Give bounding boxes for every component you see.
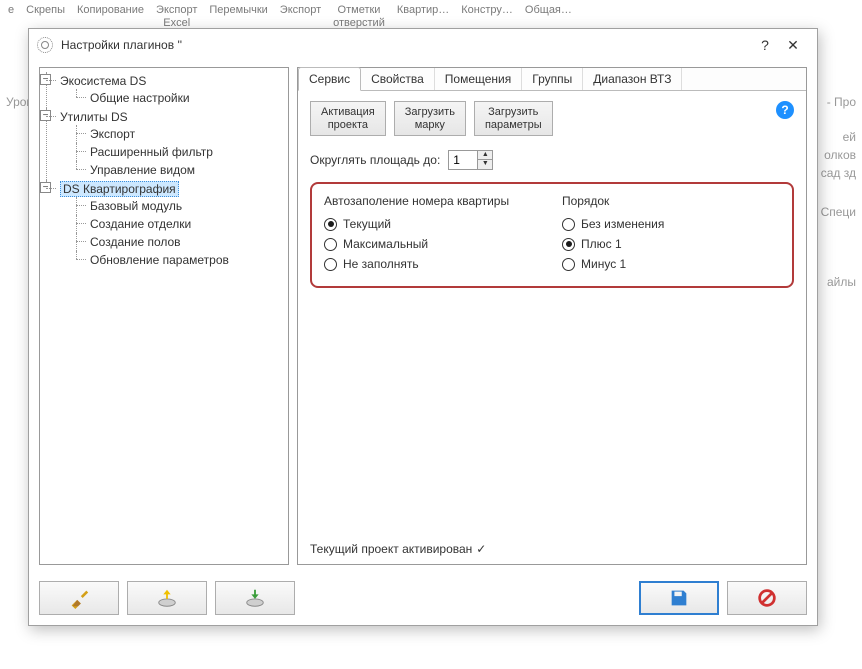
close-button[interactable]: ✕: [779, 35, 807, 55]
tabs: Сервис Свойства Помещения Группы Диапазо…: [298, 68, 806, 91]
titlebar: Настройки плагинов '' ? ✕: [29, 29, 817, 61]
drive-down-icon: [156, 587, 178, 609]
round-area-spinner[interactable]: ▲ ▼: [448, 150, 493, 170]
tree-node-utilities[interactable]: Утилиты DS: [60, 110, 128, 124]
broom-icon: [68, 587, 90, 609]
radio-order-minus1[interactable]: Минус 1: [562, 254, 780, 274]
tree-node-view-mgmt[interactable]: Управление видом: [90, 163, 195, 177]
ribbon-item[interactable]: Экспорт: [276, 2, 325, 19]
ribbon-item[interactable]: Перемычки: [205, 2, 271, 19]
tree-node-adv-filter[interactable]: Расширенный фильтр: [90, 145, 213, 159]
ribbon-item[interactable]: е: [4, 2, 18, 19]
radio-label: Текущий: [343, 217, 391, 231]
ribbon-item[interactable]: Квартир…: [393, 2, 453, 19]
radio-label: Минус 1: [581, 257, 626, 271]
tab-rooms[interactable]: Помещения: [435, 68, 522, 90]
gear-icon: [37, 37, 53, 53]
save-icon: [668, 587, 690, 609]
load-params-button[interactable]: Загрузить параметры: [474, 101, 553, 136]
tree-node-general-settings[interactable]: Общие настройки: [90, 91, 190, 105]
bg-text: олков: [824, 148, 856, 162]
radio-icon: [562, 258, 575, 271]
content-panel: Сервис Свойства Помещения Группы Диапазо…: [297, 67, 807, 565]
tree-node-base-module[interactable]: Базовый модуль: [90, 199, 182, 213]
check-icon: ✓: [476, 542, 486, 556]
tree-node-finish[interactable]: Создание отделки: [90, 217, 191, 231]
radio-label: Без изменения: [581, 217, 664, 231]
order-title: Порядок: [562, 194, 780, 208]
tree-node-floors[interactable]: Создание полов: [90, 235, 181, 249]
expander-icon[interactable]: −: [40, 110, 51, 121]
tab-content-service: Активация проекта Загрузить марку Загруз…: [298, 91, 806, 564]
tab-service[interactable]: Сервис: [298, 67, 361, 91]
settings-dialog: Настройки плагинов '' ? ✕ − Экосистема D…: [28, 28, 818, 626]
radio-order-plus1[interactable]: Плюс 1: [562, 234, 780, 254]
spinner-up-icon[interactable]: ▲: [478, 151, 492, 160]
dialog-button-bar: [29, 575, 817, 625]
radio-icon: [562, 218, 575, 231]
radio-icon: [324, 238, 337, 251]
radio-auto-none[interactable]: Не заполнять: [324, 254, 542, 274]
tree-node-export[interactable]: Экспорт: [90, 127, 135, 141]
import-button[interactable]: [215, 581, 295, 615]
activate-project-button[interactable]: Активация проекта: [310, 101, 386, 136]
cancel-button[interactable]: [727, 581, 807, 615]
bg-text: - Про: [827, 95, 856, 109]
ribbon-item[interactable]: Общая…: [521, 2, 576, 19]
radio-icon: [562, 238, 575, 251]
autofill-title: Автозаполение номера квартиры: [324, 194, 542, 208]
tree-node-ecosystem[interactable]: Экосистема DS: [60, 74, 146, 88]
tab-properties[interactable]: Свойства: [361, 68, 435, 90]
drive-up-icon: [244, 587, 266, 609]
tree-node-apartments[interactable]: DS Квартирография: [60, 181, 179, 197]
radio-label: Максимальный: [343, 237, 428, 251]
save-button[interactable]: [639, 581, 719, 615]
ribbon-item[interactable]: Скрепы: [22, 2, 69, 19]
tree-node-update-params[interactable]: Обновление параметров: [90, 253, 229, 267]
status-text: Текущий проект активирован✓: [310, 542, 486, 556]
help-icon[interactable]: ?: [776, 101, 794, 119]
expander-icon[interactable]: −: [40, 74, 51, 85]
radio-auto-max[interactable]: Максимальный: [324, 234, 542, 254]
round-area-label: Округлять площадь до:: [310, 153, 440, 167]
clean-button[interactable]: [39, 581, 119, 615]
radio-icon: [324, 218, 337, 231]
round-area-input[interactable]: [449, 151, 477, 169]
expander-icon[interactable]: −: [40, 182, 51, 193]
spinner-down-icon[interactable]: ▼: [478, 160, 492, 169]
bg-text: Специ: [821, 205, 856, 219]
export-button[interactable]: [127, 581, 207, 615]
load-mark-button[interactable]: Загрузить марку: [394, 101, 466, 136]
tab-groups[interactable]: Группы: [522, 68, 583, 90]
bg-text: ей: [843, 130, 856, 144]
ribbon-item[interactable]: Констру…: [457, 2, 517, 19]
autofill-groupbox: Автозаполение номера квартиры Текущий Ма…: [310, 182, 794, 288]
radio-icon: [324, 258, 337, 271]
nav-tree[interactable]: − Экосистема DS Общие настройки − Утилит…: [39, 67, 289, 565]
tab-vtz-range[interactable]: Диапазон ВТЗ: [583, 68, 682, 90]
cancel-icon: [756, 587, 778, 609]
dialog-title: Настройки плагинов '': [61, 38, 751, 52]
radio-order-keep[interactable]: Без изменения: [562, 214, 780, 234]
help-button[interactable]: ?: [751, 35, 779, 55]
radio-auto-current[interactable]: Текущий: [324, 214, 542, 234]
bg-text: сад зд: [821, 166, 856, 180]
bg-text: айлы: [827, 275, 856, 289]
ribbon-item[interactable]: Копирование: [73, 2, 148, 19]
radio-label: Плюс 1: [581, 237, 622, 251]
radio-label: Не заполнять: [343, 257, 419, 271]
